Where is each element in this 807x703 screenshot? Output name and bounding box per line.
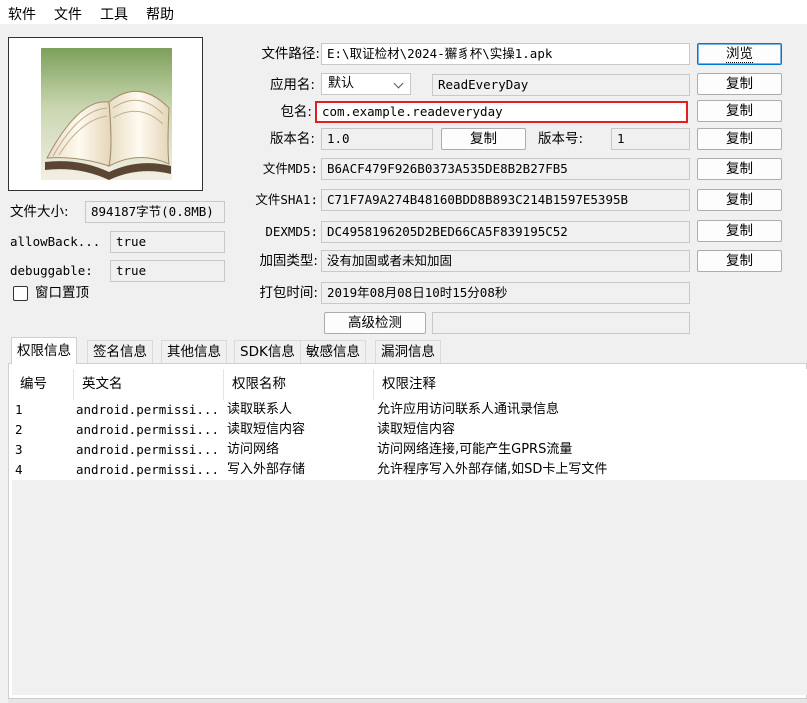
table-row[interactable]: 3 android.permissi... 访问网络 访问网络连接,可能产生GP… <box>12 440 807 460</box>
tab-other[interactable]: 其他信息 <box>161 340 227 363</box>
column-header-number[interactable]: 编号 <box>12 369 74 400</box>
md5-value: B6ACF479F926B0373A535DE8B2B27FB5 <box>321 158 690 180</box>
cell-number: 3 <box>15 442 23 457</box>
cell-permission-name: 读取联系人 <box>227 402 293 417</box>
menu-software[interactable]: 软件 <box>8 4 36 24</box>
menu-file[interactable]: 文件 <box>54 4 82 24</box>
tab-permissions[interactable]: 权限信息 <box>11 337 77 364</box>
cell-english-name: android.permissi... <box>76 442 219 457</box>
app-name-language-value: 默认 <box>328 76 355 91</box>
dexmd5-value: DC4958196205D2BED66CA5F839195C52 <box>321 221 690 243</box>
sha1-value: C71F7A9A274B48160BDD8B893C214B1597E5395B <box>321 189 690 211</box>
file-size-value: 894187字节(0.8MB) <box>85 201 225 223</box>
file-size-label: 文件大小: <box>10 204 69 220</box>
version-code-label: 版本号: <box>538 131 584 147</box>
cell-number: 4 <box>15 462 23 477</box>
packer-type-label: 加固类型: <box>259 253 318 269</box>
file-path-label: 文件路径: <box>261 46 320 62</box>
app-icon-frame <box>8 37 203 191</box>
cell-number: 1 <box>15 402 23 417</box>
always-on-top-label[interactable]: 窗口置顶 <box>35 282 89 304</box>
copy-package-button[interactable]: 复制 <box>697 100 782 122</box>
copy-version-code-button[interactable]: 复制 <box>697 128 782 150</box>
app-name-label: 应用名: <box>269 77 315 93</box>
permissions-table: 编号 英文名 权限名称 权限注释 1 android.permissi... 读… <box>12 369 807 695</box>
md5-label: 文件MD5: <box>262 161 318 176</box>
copy-md5-button[interactable]: 复制 <box>697 158 782 180</box>
version-name-value: 1.0 <box>321 128 433 150</box>
allow-backup-value: true <box>110 231 225 253</box>
cell-permission-note: 访问网络连接,可能产生GPRS流量 <box>377 442 573 457</box>
cell-permission-note: 允许应用访问联系人通讯录信息 <box>377 402 560 417</box>
cell-english-name: android.permissi... <box>76 422 219 437</box>
menu-help[interactable]: 帮助 <box>146 4 174 24</box>
package-name-label: 包名: <box>280 104 312 120</box>
app-name-value: ReadEveryDay <box>432 74 690 96</box>
cell-permission-name: 访问网络 <box>227 442 280 457</box>
cell-permission-name: 读取短信内容 <box>227 422 306 437</box>
tab-signature[interactable]: 签名信息 <box>87 340 153 363</box>
table-row[interactable]: 1 android.permissi... 读取联系人 允许应用访问联系人通讯录… <box>12 400 807 420</box>
cell-permission-note: 允许程序写入外部存储,如SD卡上写文件 <box>377 462 608 477</box>
column-header-permission-name[interactable]: 权限名称 <box>224 369 374 400</box>
column-header-permission-note[interactable]: 权限注释 <box>374 369 807 400</box>
tab-sensitive[interactable]: 敏感信息 <box>300 340 366 363</box>
cell-permission-name: 写入外部存储 <box>227 462 306 477</box>
table-row[interactable]: 2 android.permissi... 读取短信内容 读取短信内容 <box>12 420 807 440</box>
menu-tools[interactable]: 工具 <box>100 4 128 24</box>
column-header-english-name[interactable]: 英文名 <box>74 369 224 400</box>
bottom-border <box>8 698 807 703</box>
browse-button[interactable]: 浏览 <box>697 43 782 65</box>
version-code-value: 1 <box>611 128 690 150</box>
chevron-down-icon <box>393 78 404 89</box>
sha1-label: 文件SHA1: <box>255 192 318 207</box>
always-on-top-checkbox[interactable] <box>13 286 28 301</box>
cell-number: 2 <box>15 422 23 437</box>
file-path-input[interactable]: E:\取证检材\2024-獬豸杯\实操1.apk <box>321 43 690 65</box>
cell-english-name: android.permissi... <box>76 402 219 417</box>
copy-sha1-button[interactable]: 复制 <box>697 189 782 211</box>
copy-version-name-button[interactable]: 复制 <box>441 128 526 150</box>
open-book-icon <box>41 48 172 180</box>
package-name-value: com.example.readeveryday <box>315 101 688 123</box>
table-row[interactable]: 4 android.permissi... 写入外部存储 允许程序写入外部存储,… <box>12 460 807 480</box>
advanced-detect-progress <box>432 312 690 334</box>
browse-button-label: 浏览 <box>726 46 753 63</box>
table-header: 编号 英文名 权限名称 权限注释 <box>12 369 807 400</box>
version-name-label: 版本名: <box>269 131 315 147</box>
copy-packer-button[interactable]: 复制 <box>697 250 782 272</box>
advanced-detect-button[interactable]: 高级检测 <box>324 312 426 334</box>
cell-english-name: android.permissi... <box>76 462 219 477</box>
tab-vulnerability[interactable]: 漏洞信息 <box>375 340 441 363</box>
debuggable-label: debuggable: <box>10 263 93 278</box>
pack-time-value: 2019年08月08日10时15分08秒 <box>321 282 690 304</box>
packer-type-value: 没有加固或者未知加固 <box>321 250 690 272</box>
menu-bar: 软件 文件 工具 帮助 <box>0 0 807 24</box>
cell-permission-note: 读取短信内容 <box>377 422 456 437</box>
debuggable-value: true <box>110 260 225 282</box>
copy-app-name-button[interactable]: 复制 <box>697 73 782 95</box>
dexmd5-label: DEXMD5: <box>265 224 318 239</box>
copy-dexmd5-button[interactable]: 复制 <box>697 220 782 242</box>
tab-sdk[interactable]: SDK信息 <box>234 340 301 363</box>
allow-backup-label: allowBack... <box>10 234 101 249</box>
pack-time-label: 打包时间: <box>259 285 318 301</box>
app-name-language-select[interactable]: 默认 <box>321 73 411 95</box>
